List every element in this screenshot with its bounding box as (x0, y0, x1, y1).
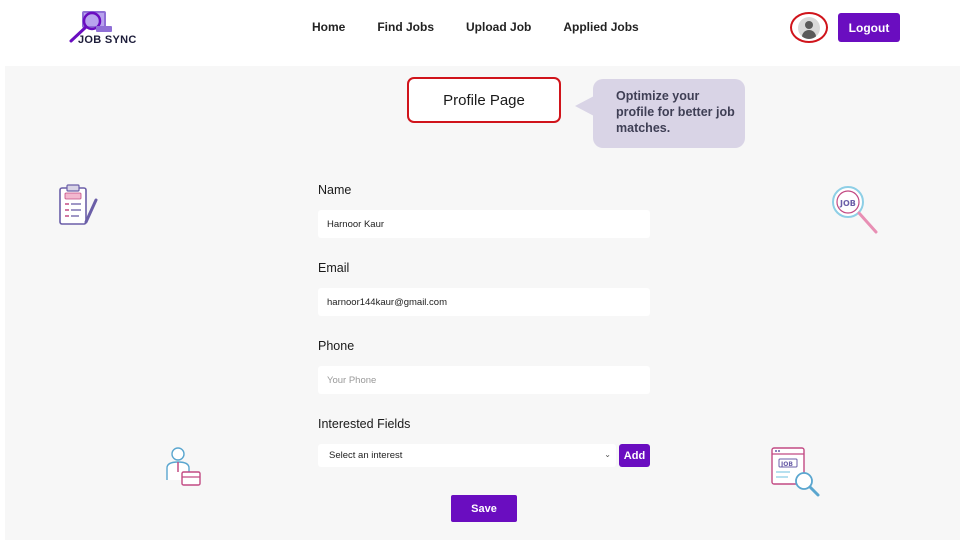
nav-find-jobs[interactable]: Find Jobs (377, 20, 434, 34)
phone-label: Phone (318, 339, 355, 353)
job-clipboard-icon (59, 184, 98, 225)
logo-text: JOB SYNC (78, 34, 137, 46)
job-browser-icon: JOB (771, 447, 820, 497)
add-interest-button[interactable]: Add (619, 444, 650, 467)
navbar: JOB SYNC Home Find Jobs Upload Job Appli… (0, 0, 960, 64)
phone-field[interactable]: Your Phone (318, 366, 650, 394)
page: JOB SYNC Home Find Jobs Upload Job Appli… (0, 0, 960, 540)
email-field[interactable]: harnoor144kaur@gmail.com (318, 288, 650, 316)
profile-avatar-button[interactable] (790, 12, 828, 43)
job-seeker-icon (166, 447, 201, 486)
interest-label: Interested Fields (318, 417, 411, 431)
logout-button[interactable]: Logout (838, 13, 900, 42)
interest-select-value: Select an interest (329, 450, 403, 461)
nav-applied-jobs[interactable]: Applied Jobs (563, 20, 638, 34)
save-button[interactable]: Save (451, 495, 517, 522)
page-title: Profile Page (407, 77, 561, 123)
user-avatar-icon (798, 16, 820, 39)
chevron-down-icon: ⌄ (604, 450, 611, 459)
svg-text:JOB: JOB (780, 461, 793, 468)
name-field[interactable]: Harnoor Kaur (318, 210, 650, 238)
nav-home[interactable]: Home (312, 20, 345, 34)
interest-select[interactable]: Select an interest ⌄ (318, 444, 616, 467)
tip-arrow (575, 96, 594, 116)
nav-links: Home Find Jobs Upload Job Applied Jobs (312, 20, 639, 34)
nav-upload-job[interactable]: Upload Job (466, 20, 531, 34)
job-search-icon: JOB (832, 186, 878, 234)
svg-text:JOB: JOB (839, 199, 856, 208)
name-label: Name (318, 183, 352, 197)
tip-bubble: Optimize your profile for better job mat… (593, 79, 745, 148)
email-label: Email (318, 261, 350, 275)
